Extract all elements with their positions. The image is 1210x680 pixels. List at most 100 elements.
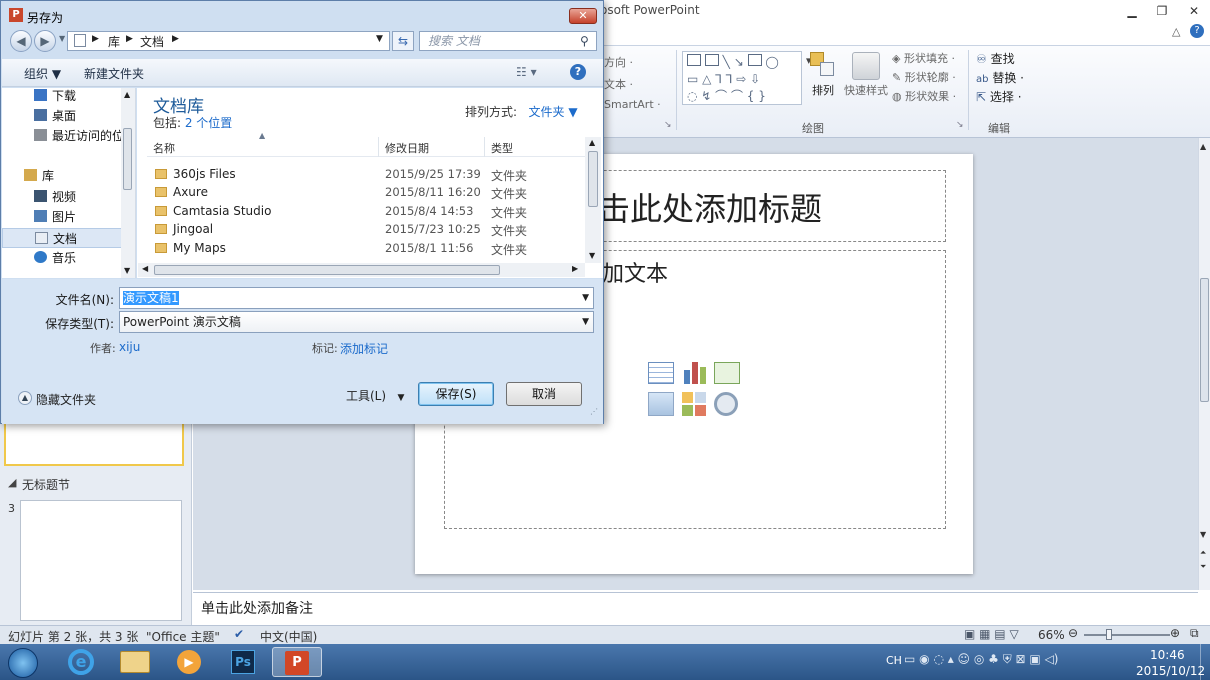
taskbar-powerpoint-icon[interactable]: P xyxy=(272,647,322,677)
tools-dropdown-icon[interactable]: ▼ xyxy=(398,393,405,403)
freeform-shapes-icon[interactable]: ◌ ↯ ⌒ ⌒ { } xyxy=(687,89,766,103)
scroll-up-icon[interactable]: ▲ xyxy=(589,138,595,147)
nav-item-pictures[interactable]: 图片 xyxy=(2,207,122,227)
scroll-up-icon[interactable]: ▲ xyxy=(124,90,130,99)
insert-chart-icon[interactable] xyxy=(682,360,708,384)
forward-arrow-icon[interactable]: ▶ xyxy=(34,30,56,52)
zoom-out-icon[interactable]: ⊖ xyxy=(1068,626,1078,640)
find-button[interactable]: ♾ 查找 xyxy=(976,50,1015,67)
library-locations-link[interactable]: 2 个位置 xyxy=(185,116,232,130)
show-desktop-button[interactable] xyxy=(1200,644,1210,680)
clock-time[interactable]: 10:46 xyxy=(1150,648,1185,662)
scroll-thumb[interactable] xyxy=(123,128,132,190)
nav-pane-scrollbar[interactable]: ▲ ▼ xyxy=(121,88,135,278)
scroll-up-icon[interactable]: ▲ xyxy=(1200,142,1206,151)
breadcrumb-library[interactable]: 库 xyxy=(108,33,120,50)
nav-item-videos[interactable]: 视频 xyxy=(2,187,122,207)
basic-shapes-icon[interactable]: ▭ △ ⅂ ⅂ ⇨ ⇩ xyxy=(687,72,760,86)
filename-input[interactable]: 演示文稿1 ▼ xyxy=(119,287,594,309)
file-list-horizontal-scrollbar[interactable]: ◀ ▶ xyxy=(138,263,585,277)
scroll-left-icon[interactable]: ◀ xyxy=(142,264,148,273)
insert-media-icon[interactable] xyxy=(714,392,738,416)
nav-item-libraries[interactable]: 库 xyxy=(2,166,122,186)
zoom-in-icon[interactable]: ⊕ xyxy=(1170,626,1180,640)
file-row[interactable]: 360js Files 2015/9/25 17:39 文件夹 xyxy=(147,165,585,183)
notes-pane[interactable]: 单击此处添加备注 xyxy=(193,592,1198,624)
history-dropdown-icon[interactable]: ▼ xyxy=(59,34,65,43)
close-icon[interactable]: ✕ xyxy=(1182,2,1206,20)
zoom-slider-thumb[interactable] xyxy=(1106,629,1112,640)
arrange-button[interactable]: 排列 xyxy=(812,82,834,98)
quick-styles-button[interactable]: 快速样式 xyxy=(844,82,888,98)
file-list-vertical-scrollbar[interactable]: ▲ ▼ xyxy=(585,137,601,263)
filetype-select[interactable]: PowerPoint 演示文稿 ▼ xyxy=(119,311,594,333)
ime-indicator[interactable]: CH xyxy=(886,654,902,667)
column-header-type[interactable]: 类型 xyxy=(491,140,513,156)
fit-to-window-icon[interactable]: ⧉ xyxy=(1190,626,1199,641)
line-shape-icon[interactable]: ╲ ↘ xyxy=(723,55,744,69)
section-title[interactable]: 无标题节 xyxy=(22,476,70,493)
slide-vertical-scrollbar[interactable]: ▲ ▼ ⏶ ⏷ xyxy=(1198,138,1210,590)
vertical-textbox-shape-icon[interactable] xyxy=(704,54,719,66)
column-header-name[interactable]: 名称 xyxy=(153,140,175,156)
content-placeholder-text[interactable]: 加文本 xyxy=(602,256,668,288)
view-options-icon[interactable]: ☷ ▾ xyxy=(516,65,537,79)
clock-date[interactable]: 2015/10/12 xyxy=(1136,664,1205,678)
help-icon[interactable]: ? xyxy=(570,64,586,80)
breadcrumb-separator-icon[interactable]: ▶ xyxy=(92,34,99,44)
help-icon[interactable]: ? xyxy=(1190,24,1204,38)
file-row[interactable]: Jingoal 2015/7/23 10:25 文件夹 xyxy=(147,220,585,238)
nav-item-desktop[interactable]: 桌面 xyxy=(2,106,122,126)
filetype-dropdown-icon[interactable]: ▼ xyxy=(582,312,589,332)
new-folder-button[interactable]: 新建文件夹 xyxy=(84,65,144,82)
save-button[interactable]: 保存(S) xyxy=(418,382,494,406)
address-bar[interactable]: ▶ 库 ▶ 文档 ▶ ▼ xyxy=(67,31,390,51)
address-dropdown-icon[interactable]: ▼ xyxy=(376,34,383,44)
add-tags-link[interactable]: 添加标记 xyxy=(340,340,388,357)
scroll-down-icon[interactable]: ▼ xyxy=(124,266,130,275)
file-row[interactable]: My Maps 2015/8/1 11:56 文件夹 xyxy=(147,239,585,257)
scroll-thumb[interactable] xyxy=(154,265,500,275)
language-status[interactable]: 中文(中国) xyxy=(260,628,317,645)
ribbon-collapse-icon[interactable]: △ xyxy=(1172,25,1180,38)
drawing-dialog-launcher-icon[interactable]: ↘ xyxy=(956,120,964,130)
column-divider[interactable] xyxy=(484,137,485,157)
rectangle-shape-icon[interactable] xyxy=(747,54,762,66)
next-slide-icon[interactable]: ⏷ xyxy=(1200,562,1206,572)
title-placeholder-text[interactable]: 击此处添加标题 xyxy=(598,184,822,230)
cancel-button[interactable]: 取消 xyxy=(506,382,582,406)
nav-item-recent-places[interactable]: 最近访问的位置 xyxy=(2,126,122,146)
insert-smartart-icon[interactable] xyxy=(714,362,740,384)
search-input[interactable]: 搜索 文档 ⚲ xyxy=(419,31,597,51)
filename-dropdown-icon[interactable]: ▼ xyxy=(582,288,589,308)
restore-icon[interactable]: ❐ xyxy=(1150,2,1174,20)
align-text-button[interactable]: 文本 · xyxy=(604,76,633,92)
shape-fill-button[interactable]: ◈ 形状填充 · xyxy=(892,50,955,66)
back-arrow-icon[interactable]: ◀ xyxy=(10,30,32,52)
dialog-close-button[interactable]: ✕ xyxy=(569,8,597,24)
scroll-right-icon[interactable]: ▶ xyxy=(572,264,578,273)
arrange-by-dropdown[interactable]: 文件夹 ▼ xyxy=(529,105,578,119)
scroll-thumb[interactable] xyxy=(588,151,598,207)
previous-slide-icon[interactable]: ⏶ xyxy=(1200,548,1206,558)
section-collapse-icon[interactable]: ◢ xyxy=(8,476,16,489)
minimize-icon[interactable]: ▁ xyxy=(1120,2,1144,20)
oval-shape-icon[interactable]: ◯ xyxy=(765,55,778,69)
hide-folders-button[interactable]: 隐藏文件夹 xyxy=(36,391,96,408)
shapes-gallery[interactable]: ╲ ↘ ◯ ▭ △ ⅂ ⅂ ⇨ ⇩ ◌ ↯ ⌒ ⌒ { } xyxy=(682,51,802,105)
resize-grip-icon[interactable]: ⋰ xyxy=(590,407,598,416)
taskbar-photoshop-icon[interactable]: Ps xyxy=(218,647,268,677)
paragraph-dialog-launcher-icon[interactable]: ↘ xyxy=(664,120,672,130)
column-header-date[interactable]: 修改日期 xyxy=(385,140,429,156)
nav-item-downloads[interactable]: 下载 xyxy=(2,86,122,106)
notes-placeholder[interactable]: 单击此处添加备注 xyxy=(201,601,313,617)
theme-status[interactable]: "Office 主题" xyxy=(146,628,220,645)
smartart-button[interactable]: SmartArt · xyxy=(604,98,661,111)
search-icon[interactable]: ⚲ xyxy=(580,32,589,50)
file-row[interactable]: Camtasia Studio 2015/8/4 14:53 文件夹 xyxy=(147,202,585,220)
zoom-level[interactable]: 66% xyxy=(1038,628,1065,642)
spellcheck-icon[interactable]: ✔ xyxy=(234,627,244,641)
nav-item-documents[interactable]: 文档 xyxy=(2,228,122,248)
text-direction-button[interactable]: 方向 · xyxy=(604,54,633,70)
slide-3-thumbnail[interactable] xyxy=(20,500,182,621)
